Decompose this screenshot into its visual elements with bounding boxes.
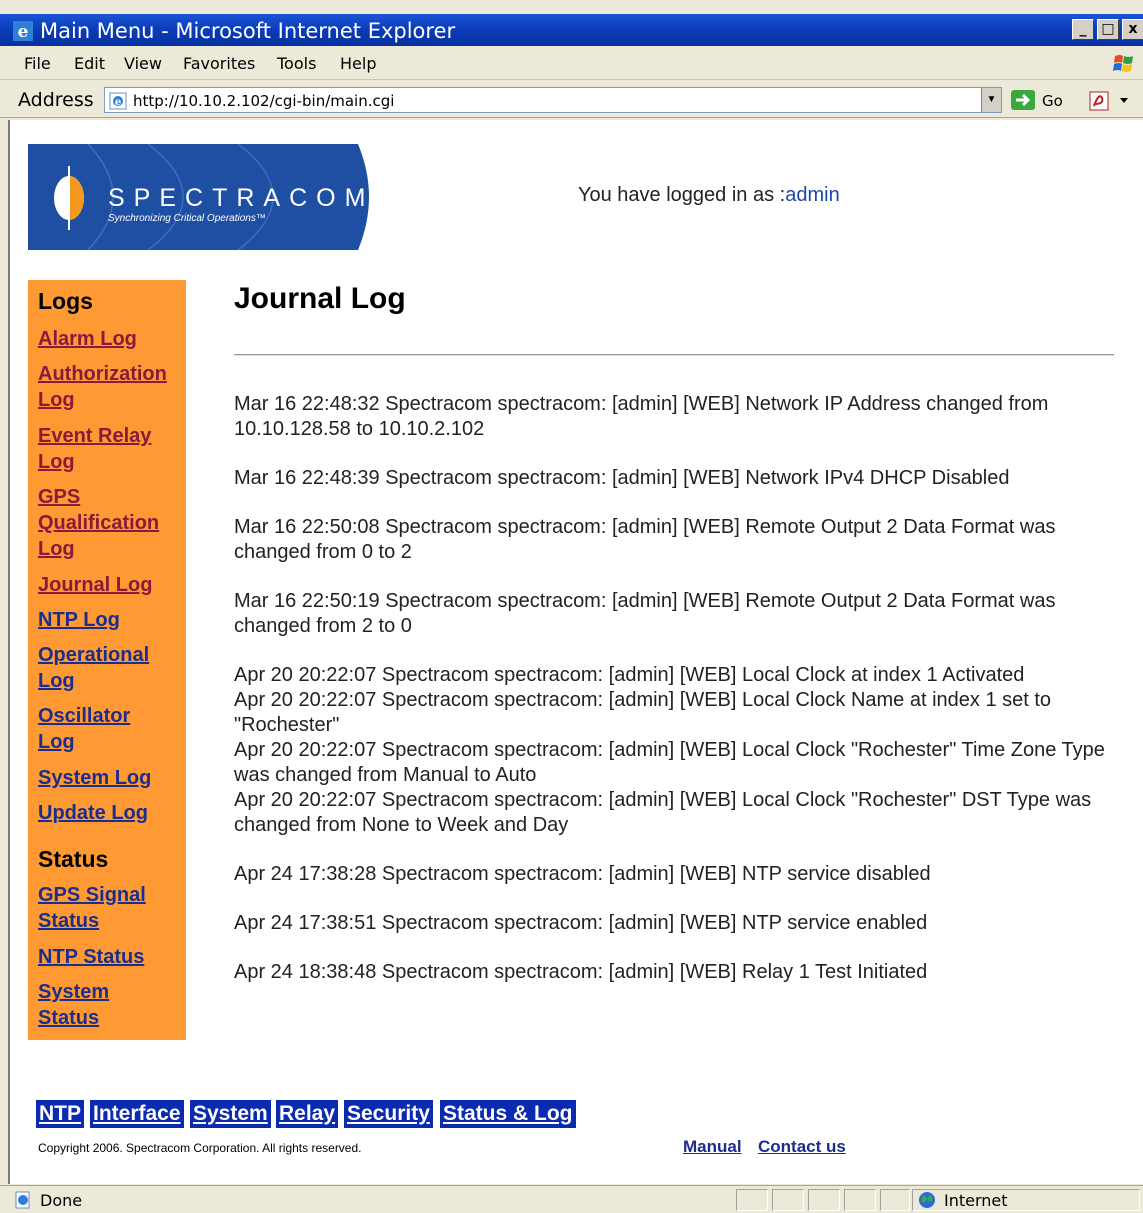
page-title: Journal Log [234,282,406,315]
zone-text: Internet [944,1191,1008,1210]
log-line: Apr 20 20:22:07 Spectracom spectracom: [… [234,789,1092,836]
globe-icon [919,1192,935,1208]
maximize-button[interactable]: □ [1097,19,1119,40]
sidebar-item-authorization-log[interactable]: Authorization Log [38,361,184,413]
divider [234,354,1114,356]
window-title: Main Menu - Microsoft Internet Explorer [40,19,456,43]
log-entry: Mar 16 22:48:32 Spectracom spectracom: [… [234,392,1118,442]
address-url: http://10.10.2.102/cgi-bin/main.cgi [133,92,395,110]
sidebar-item-journal-log[interactable]: Journal Log [38,572,152,598]
status-text: Done [40,1191,83,1210]
sidebar-item-oscillator-log[interactable]: Oscillator Log [38,703,148,755]
menu-help[interactable]: Help [340,54,376,73]
status-pane [844,1189,876,1211]
sidebar-item-system-status[interactable]: System Status [38,979,138,1031]
status-pane [772,1189,804,1211]
log-entry: Mar 16 22:48:39 Spectracom spectracom: [… [234,466,1118,491]
log-line: Mar 16 22:48:39 Spectracom spectracom: [… [234,467,1010,489]
contact-us-link[interactable]: Contact us [758,1137,846,1157]
login-prefix: You have logged in as : [578,184,786,206]
page-content: SPECTRACOM Synchronizing Critical Operat… [8,120,1143,1184]
minimize-button[interactable]: _ [1072,19,1094,40]
log-line: Mar 16 22:48:32 Spectracom spectracom: [… [234,393,1049,440]
log-entry: Mar 16 22:50:08 Spectracom spectracom: [… [234,515,1118,565]
log-entry: Mar 16 22:50:19 Spectracom spectracom: [… [234,589,1118,639]
nav-security-button[interactable]: Security [344,1100,433,1128]
log-line: Apr 24 17:38:28 Spectracom spectracom: [… [234,863,931,885]
menu-tools[interactable]: Tools [277,54,316,73]
title-bar: e Main Menu - Microsoft Internet Explore… [0,14,1143,46]
chevron-down-icon[interactable]: ▼ [981,88,1001,112]
log-entry: Apr 20 20:22:07 Spectracom spectracom: [… [234,663,1118,838]
close-button[interactable]: x [1122,19,1143,40]
log-line: Mar 16 22:50:08 Spectracom spectracom: [… [234,516,1056,563]
sidebar-item-update-log[interactable]: Update Log [38,800,148,826]
page-done-icon [15,1191,30,1209]
sidebar-item-ntp-log[interactable]: NTP Log [38,607,120,633]
go-arrow-icon [1011,90,1035,110]
menu-view[interactable]: View [124,54,162,73]
windows-flag-icon [1113,55,1133,72]
ie-logo-icon: e [13,21,33,42]
sidebar-item-alarm-log[interactable]: Alarm Log [38,326,137,352]
go-label: Go [1042,92,1063,110]
status-bar: Done Internet [0,1185,1143,1213]
acrobat-icon[interactable] [1086,88,1136,114]
page-icon: e [109,92,127,110]
address-input[interactable]: e http://10.10.2.102/cgi-bin/main.cgi ▼ [104,87,1002,113]
log-line: Apr 20 20:22:07 Spectracom spectracom: [… [234,664,1025,686]
menu-edit[interactable]: Edit [74,54,105,73]
log-entry: Apr 24 18:38:48 Spectracom spectracom: [… [234,960,1118,985]
sidebar: Logs Alarm Log Authorization Log Event R… [28,280,186,1040]
svg-text:Synchronizing Critical Operati: Synchronizing Critical Operations™ [108,213,266,224]
log-line: Apr 20 20:22:07 Spectracom spectracom: [… [234,689,1052,736]
menu-file[interactable]: File [24,54,51,73]
log-entry: Apr 24 17:38:51 Spectracom spectracom: [… [234,911,1118,936]
menu-bar: File Edit View Favorites Tools Help [0,48,1143,80]
address-bar: Address e http://10.10.2.102/cgi-bin/mai… [0,82,1143,118]
status-pane [880,1189,910,1211]
svg-text:e: e [115,97,121,108]
nav-status-log-button[interactable]: Status & Log [440,1100,576,1128]
login-status: You have logged in as :admin [578,184,840,207]
sidebar-item-system-log[interactable]: System Log [38,765,151,791]
log-line: Apr 24 17:38:51 Spectracom spectracom: [… [234,912,928,934]
sidebar-item-event-relay-log[interactable]: Event Relay Log [38,423,168,475]
nav-relay-button[interactable]: Relay [276,1100,339,1128]
browser-window: e Main Menu - Microsoft Internet Explore… [0,0,1143,1213]
go-button[interactable]: Go [1008,89,1068,113]
nav-ntp-button[interactable]: NTP [36,1100,84,1128]
status-pane [808,1189,840,1211]
svg-text:e: e [18,22,29,42]
sidebar-item-gps-qualification-log[interactable]: GPS Qualification Log [38,484,168,562]
journal-entries: Mar 16 22:48:32 Spectracom spectracom: [… [234,392,1118,1009]
nav-interface-button[interactable]: Interface [90,1100,184,1128]
status-pane [736,1189,768,1211]
manual-link[interactable]: Manual [683,1137,742,1157]
login-user: admin [785,184,840,206]
log-line: Apr 24 18:38:48 Spectracom spectracom: [… [234,961,928,983]
sidebar-heading-logs: Logs [38,288,93,314]
sidebar-item-gps-signal-status[interactable]: GPS Signal Status [38,882,168,934]
svg-text:SPECTRACOM: SPECTRACOM [108,184,374,212]
sidebar-item-operational-log[interactable]: Operational Log [38,642,168,694]
log-entry: Apr 24 17:38:28 Spectracom spectracom: [… [234,862,1118,887]
copyright-text: Copyright 2006. Spectracom Corporation. … [38,1141,362,1155]
sidebar-item-ntp-status[interactable]: NTP Status [38,944,144,970]
spectracom-logo: SPECTRACOM Synchronizing Critical Operat… [28,144,374,250]
nav-system-button[interactable]: System [190,1100,271,1128]
log-line: Apr 20 20:22:07 Spectracom spectracom: [… [234,739,1105,786]
log-line: Mar 16 22:50:19 Spectracom spectracom: [… [234,590,1056,637]
address-label: Address [18,89,94,111]
menu-favorites[interactable]: Favorites [183,54,255,73]
sidebar-heading-status: Status [38,846,109,872]
